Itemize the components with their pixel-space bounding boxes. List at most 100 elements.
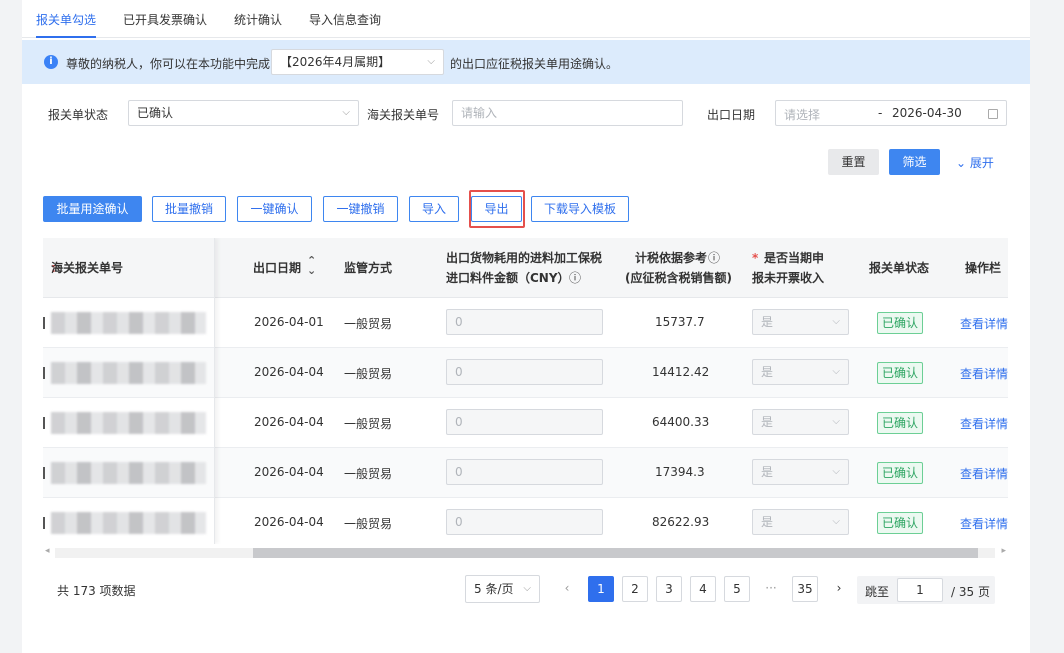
notice-text-after: 的出口应征税报关单用途确认。 [450,57,619,71]
unbilled-select-value: 是 [761,365,774,379]
unbilled-select[interactable]: 是 ⌵ [752,409,849,435]
view-details-link[interactable]: 查看详情 [960,515,1008,532]
tab-import-info-query[interactable]: 导入信息查询 [309,11,381,28]
scroll-right-icon[interactable]: ▸ [1001,546,1006,556]
header-actions: 操作栏 [965,261,1002,275]
chevron-down-icon: ⌵ [832,366,840,377]
cell-export-date: 2026-04-04 [254,365,324,379]
batch-confirm-button[interactable]: 批量用途确认 [43,196,142,222]
chevron-down-icon: ⌵ [832,466,840,477]
chevron-down-icon: ⌄ [956,156,970,170]
notice-text-before: 尊敬的纳税人，你可以在本功能中完成 [66,57,271,71]
page-1[interactable]: 1 [588,576,614,602]
tab-bar: 报关单勾选 已开具发票确认 统计确认 导入信息查询 [22,0,1030,38]
prev-page-button[interactable]: ‹ [554,576,580,602]
batch-revoke-button[interactable]: 批量撤销 [152,196,226,222]
page-3[interactable]: 3 [656,576,682,602]
expand-label: 展开 [969,156,994,170]
header-export-date[interactable]: 出口日期 [253,258,301,278]
active-tab-indicator [36,36,96,38]
sort-icon[interactable]: ⌃ ⌄ [307,255,316,276]
info-icon[interactable]: ⓘ [708,248,720,268]
expand-filters-button[interactable]: ⌄ 展开 [956,154,994,171]
tab-invoiced-confirmation[interactable]: 已开具发票确认 [123,11,207,28]
cell-supervision: 一般贸易 [344,417,393,431]
chevron-down-icon: ⌵ [523,583,531,594]
page-ellipsis[interactable]: ··· [758,576,784,602]
amount-input[interactable]: 0 [446,509,603,535]
chevron-down-icon: ⌵ [832,516,840,527]
scroll-left-icon[interactable]: ◂ [45,546,50,556]
unbilled-select[interactable]: 是 ⌵ [752,509,849,535]
cell-supervision: 一般贸易 [344,517,393,531]
next-page-button[interactable]: › [826,576,852,602]
date-start-input[interactable]: 请选择 [784,106,820,123]
unbilled-select-value: 是 [761,315,774,329]
tab-declaration-selection[interactable]: 报关单勾选 [36,11,96,28]
import-button[interactable]: 导入 [409,196,459,222]
view-details-link[interactable]: 查看详情 [960,365,1008,382]
cell-supervision: 一般贸易 [344,367,393,381]
date-end-input[interactable]: 2026-04-30 [892,106,962,120]
amount-input[interactable]: 0 [446,359,603,385]
info-icon[interactable]: ⓘ [569,268,581,288]
customs-no-filter-label: 海关报关单号 [367,108,440,122]
horizontal-scrollbar[interactable]: ◂ ▸ [43,546,1008,560]
page-5[interactable]: 5 [724,576,750,602]
reset-button[interactable]: 重置 [828,149,879,175]
one-click-revoke-button[interactable]: 一键撤销 [323,196,398,222]
filter-button[interactable]: 筛选 [889,149,940,175]
page-jumper: 跳至 1 / 35 页 [857,576,995,604]
jump-page-input[interactable]: 1 [897,578,943,602]
cell-export-date: 2026-04-04 [254,515,324,529]
header-tax-basis-line2: (应征税含税销售额) [625,271,732,285]
amount-input[interactable]: 0 [446,459,603,485]
date-separator: - [878,106,883,120]
page-last[interactable]: 35 [792,576,818,602]
header-amount-line1: 出口货物耗用的进料加工保税 [446,251,603,265]
unbilled-select-value: 是 [761,415,774,429]
status-badge: 已确认 [877,362,924,384]
view-details-link[interactable]: 查看详情 [960,465,1008,482]
page-4[interactable]: 4 [690,576,716,602]
page-size-select[interactable]: 5 条/页 ⌵ [465,575,540,603]
export-button[interactable]: 导出 [471,196,522,222]
chevron-down-icon: ⌵ [832,316,840,327]
unbilled-select-value: 是 [761,515,774,529]
unbilled-select[interactable]: 是 ⌵ [752,359,849,385]
cell-tax-basis: 64400.33 [652,415,710,429]
page-2[interactable]: 2 [622,576,648,602]
header-unbilled-line1: 是否当期申 [764,251,825,265]
header-status: 报关单状态 [869,261,930,275]
header-supervision: 监管方式 [344,261,393,275]
view-details-link[interactable]: 查看详情 [960,315,1008,332]
one-click-confirm-button[interactable]: 一键确认 [237,196,312,222]
calendar-icon [988,109,998,119]
scroll-thumb[interactable] [253,548,978,558]
customs-no-input[interactable]: 请输入 [452,100,683,126]
required-mark: * [752,251,759,265]
status-select-value: 已确认 [137,106,174,120]
jump-label: 跳至 [865,585,890,599]
cell-supervision: 一般贸易 [344,317,393,331]
export-date-range-picker[interactable]: 请选择 - 2026-04-30 [775,100,1007,126]
amount-input[interactable]: 0 [446,309,603,335]
cell-tax-basis: 17394.3 [655,465,705,479]
notice-banner: i 尊敬的纳税人，你可以在本功能中完成 【2026年4月属期】 ⌵ 的出口应征税… [22,40,1030,84]
unbilled-select[interactable]: 是 ⌵ [752,459,849,485]
amount-input[interactable]: 0 [446,409,603,435]
view-details-link[interactable]: 查看详情 [960,415,1008,432]
fixed-column-divider [43,238,215,544]
cell-export-date: 2026-04-04 [254,465,324,479]
unbilled-select[interactable]: 是 ⌵ [752,309,849,335]
tab-statistics-confirmation[interactable]: 统计确认 [234,11,282,28]
chevron-down-icon: ⌵ [342,107,350,118]
info-icon: i [44,55,58,69]
status-select[interactable]: 已确认 ⌵ [128,100,359,126]
cell-supervision: 一般贸易 [344,467,393,481]
cell-export-date: 2026-04-04 [254,415,324,429]
page-size-value: 5 条/页 [474,582,514,596]
download-template-button[interactable]: 下载导入模板 [531,196,629,222]
header-tax-basis-line1: 计税依据参考 [635,251,708,265]
period-select[interactable]: 【2026年4月属期】 ⌵ [271,49,444,75]
